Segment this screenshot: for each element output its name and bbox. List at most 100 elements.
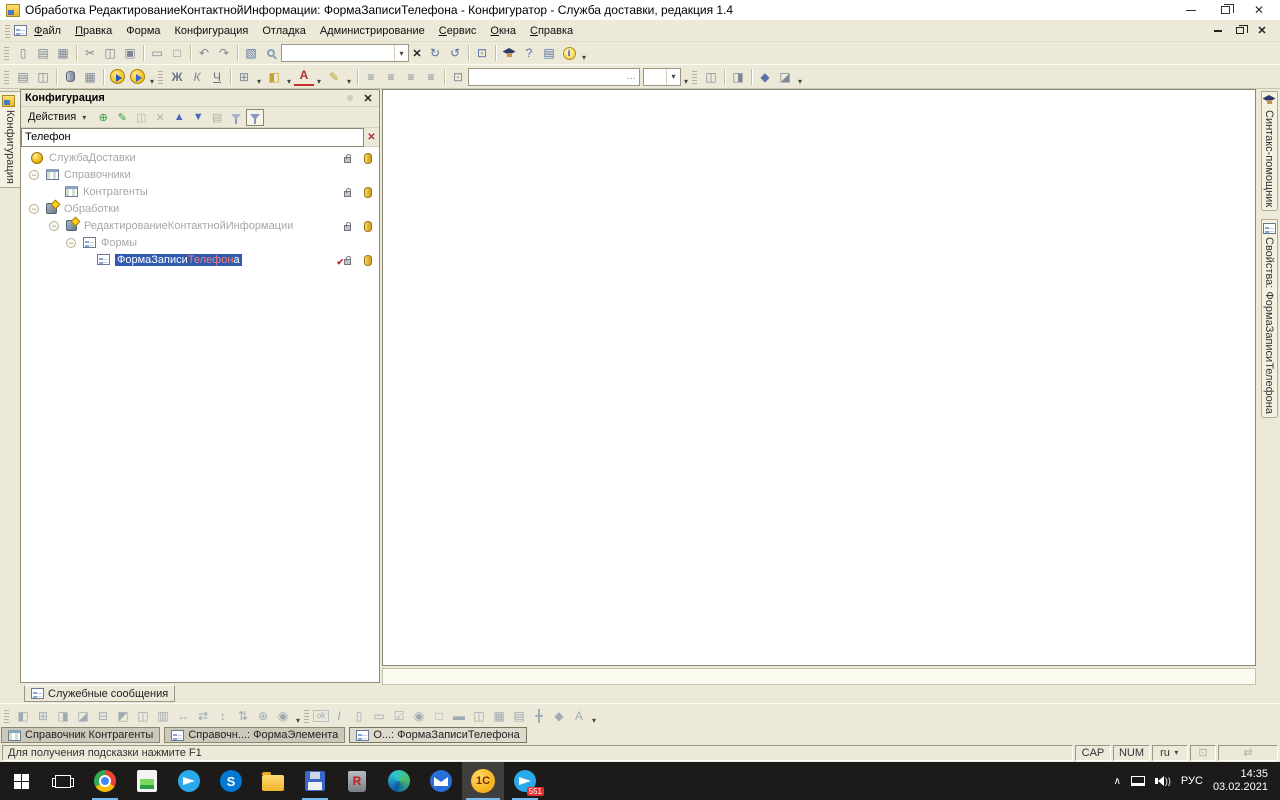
borders-dropdown[interactable]: ▾	[254, 77, 264, 88]
search-combo[interactable]: ▾	[281, 44, 409, 62]
wizard-button[interactable]: ◆	[755, 68, 775, 86]
volume-icon[interactable]: ))	[1154, 776, 1171, 786]
align-overflow-button[interactable]: ▾	[293, 716, 303, 727]
db-storage-button[interactable]	[60, 68, 80, 86]
redo-button[interactable]: ↷	[214, 44, 234, 62]
mdi-restore-button[interactable]	[1232, 24, 1248, 38]
window-tab-formazapisitelefona[interactable]: О...: ФормаЗаписиТелефона	[349, 727, 527, 743]
align-bottom-edges-button[interactable]: ◩	[113, 707, 133, 725]
move-down-button[interactable]: ▼	[189, 109, 207, 126]
taskbar-floppy-app[interactable]	[294, 762, 336, 800]
minimize-button[interactable]	[1174, 1, 1208, 19]
format-overflow-button[interactable]: ▾	[681, 77, 691, 88]
copy-item-button[interactable]: ◫	[132, 109, 150, 126]
window-tab-formaelementa[interactable]: Справочн...: ФормаЭлемента	[164, 727, 346, 743]
insert-panel-control[interactable]: ▯	[349, 707, 369, 725]
fill-color-dropdown[interactable]: ▾	[284, 77, 294, 88]
italic-button[interactable]: К	[187, 68, 207, 86]
insert-input-field-control[interactable]: ▭	[369, 707, 389, 725]
cut-button[interactable]: ✂	[80, 44, 100, 62]
service-messages-tab[interactable]: Служебные сообщения	[24, 685, 176, 702]
insert-radio-control[interactable]: ◉	[409, 707, 429, 725]
grid-button[interactable]: ⊡	[448, 68, 468, 86]
menu-administration[interactable]: Администрирование	[313, 23, 432, 39]
tab-order-button[interactable]: ◉	[273, 707, 293, 725]
language-indicator[interactable]: ru ▾	[1152, 744, 1188, 761]
insert-split-control[interactable]: ◫	[469, 707, 489, 725]
sort-button[interactable]: ▤	[208, 109, 226, 126]
size-combo[interactable]: ▾	[643, 67, 681, 86]
edit-button[interactable]: ✎	[113, 109, 131, 126]
context-help-button[interactable]: ?	[519, 44, 539, 62]
find-next-button[interactable]: ↻	[425, 44, 445, 62]
mirror-vertical-button[interactable]: ▥	[153, 707, 173, 725]
style-combo[interactable]: …	[468, 67, 640, 86]
same-height-button[interactable]: ↕	[213, 707, 233, 725]
mirror-horizontal-button[interactable]: ◫	[133, 707, 153, 725]
start-button[interactable]	[0, 762, 42, 800]
align-right-button[interactable]: ≡	[401, 68, 421, 86]
collapse-expander-icon[interactable]: −	[29, 204, 39, 214]
tree-search-input[interactable]	[21, 127, 364, 147]
window-split-button[interactable]: ◫	[701, 68, 721, 86]
task-view-button[interactable]	[42, 762, 84, 800]
mdi-close-button[interactable]: ✕	[1254, 24, 1270, 38]
form-editor-canvas[interactable]	[382, 89, 1256, 666]
taskbar-chrome[interactable]	[84, 762, 126, 800]
save-button[interactable]: ▦	[53, 44, 73, 62]
menu-debug[interactable]: Отладка	[255, 23, 312, 39]
tree-item-formazapisitelefona[interactable]: ФормаЗаписиТелефона ✔	[21, 252, 379, 269]
tree-item-redaktirovanie-kontaktnoj-informacii[interactable]: − РедактированиеКонтактнойИнформации	[21, 218, 379, 235]
properties-tab[interactable]: Свойства: ФормаЗаписиТелефона	[1260, 219, 1278, 419]
about-button[interactable]: i	[559, 44, 579, 62]
menu-form[interactable]: Форма	[119, 23, 167, 39]
menu-service[interactable]: Сервис	[432, 23, 484, 39]
collapse-expander-icon[interactable]: −	[49, 221, 59, 231]
borders-button[interactable]: ⊞	[234, 68, 254, 86]
taskbar-skype[interactable]: S	[210, 762, 252, 800]
insert-picture-control[interactable]: ◆	[549, 707, 569, 725]
start-debugging-button[interactable]	[107, 68, 127, 86]
add-button[interactable]: ⊕	[94, 109, 112, 126]
mdi-minimize-button[interactable]	[1210, 24, 1226, 38]
open-file-button[interactable]: ▤	[33, 44, 53, 62]
tree-item-spravochniki[interactable]: − Справочники	[21, 167, 379, 184]
restore-button[interactable]	[1208, 1, 1242, 19]
open-configuration-button[interactable]: ▤	[13, 68, 33, 86]
tray-expand-button[interactable]: ∧	[1114, 776, 1121, 787]
insert-checkbox-control[interactable]: ☑	[389, 707, 409, 725]
menu-file[interactable]: Файл	[27, 23, 68, 39]
toolbar-overflow-button[interactable]: ▾	[579, 53, 589, 64]
taskbar-1c[interactable]: 1С	[462, 762, 504, 800]
align-center-button[interactable]: ≡	[381, 68, 401, 86]
paste-button[interactable]: ▣	[120, 44, 140, 62]
font-color-dropdown[interactable]: ▾	[314, 77, 324, 88]
mdi-child-icon[interactable]	[14, 25, 27, 36]
underline-button[interactable]: Ч	[207, 68, 227, 86]
actions-menu-button[interactable]: Действия ▾	[24, 110, 93, 124]
align-v-centers-button[interactable]: ⊟	[93, 707, 113, 725]
align-left-edges-button[interactable]: ◧	[13, 707, 33, 725]
combo-arrow-icon[interactable]: ▾	[394, 45, 408, 61]
insert-grid-control[interactable]: ▤	[509, 707, 529, 725]
clear-search-button[interactable]: ✕	[409, 45, 425, 61]
configuration-panel-close-button[interactable]: ✕	[361, 92, 375, 105]
bold-button[interactable]: Ж	[167, 68, 187, 86]
controls-overflow-button[interactable]: ▾	[589, 716, 599, 727]
space-horizontally-button[interactable]: ⇄	[193, 707, 213, 725]
taskbar-r-app[interactable]: R	[336, 762, 378, 800]
syntax-assistant-button[interactable]	[499, 44, 519, 62]
undo-button[interactable]: ↶	[194, 44, 214, 62]
new-document-button[interactable]: ▯	[13, 44, 33, 62]
space-vertically-button[interactable]: ⇅	[233, 707, 253, 725]
find-button[interactable]	[261, 44, 281, 62]
tree-item-kontragenty[interactable]: Контрагенты	[21, 184, 379, 201]
move-up-button[interactable]: ▲	[170, 109, 188, 126]
align-top-edges-button[interactable]: ◪	[73, 707, 93, 725]
delete-button[interactable]: ✕	[151, 109, 169, 126]
taskbar-green-app[interactable]	[126, 762, 168, 800]
tree-item-sluzhbadostavki[interactable]: СлужбаДоставки	[21, 150, 379, 167]
tray-language[interactable]: РУС	[1181, 775, 1203, 787]
fill-color-button[interactable]: ◧	[264, 68, 284, 86]
global-search-button[interactable]: ▧	[241, 44, 261, 62]
